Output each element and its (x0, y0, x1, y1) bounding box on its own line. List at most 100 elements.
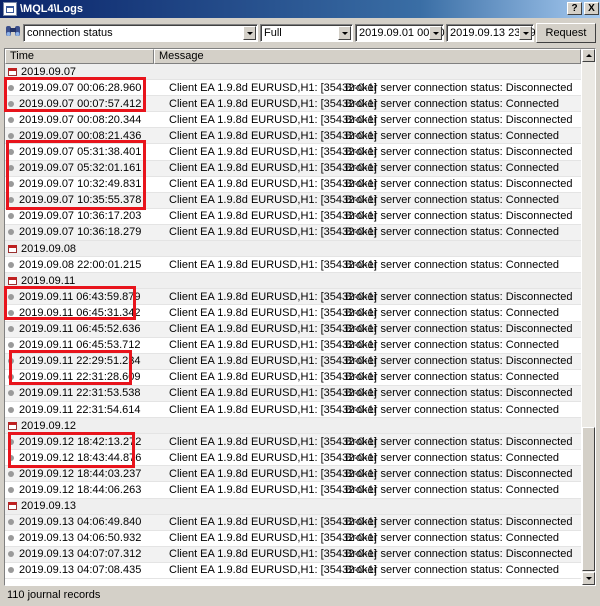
message-source: Client EA 1.9.8d EURUSD,H1: [35432-0-1] (169, 306, 377, 319)
message-source: Client EA 1.9.8d EURUSD,H1: [35432-0-1] (169, 548, 377, 561)
message-source: Client EA 1.9.8d EURUSD,H1: [35432-0-1] (169, 564, 377, 577)
log-entry-row[interactable]: 2019.09.13 04:07:07.312 Client EA 1.9.8d … (5, 546, 581, 563)
message-text: Broker server connection status: Disconn… (345, 113, 573, 126)
to-date-picker[interactable]: 2019.09.13 23:59 (446, 24, 536, 42)
message-text: Broker server connection status: Connect… (345, 371, 560, 384)
time-cell: 2019.09.12 18:44:03.237 (5, 468, 169, 480)
date-group-row[interactable]: 2019.09.08 (5, 241, 581, 258)
highlight-box (9, 350, 132, 385)
time-text: 2019.09.13 04:06:49.840 (19, 516, 142, 529)
message-source: Client EA 1.9.8d EURUSD,H1: [35432-0-1] (169, 451, 377, 464)
message-source: Client EA 1.9.8d EURUSD,H1: [35432-0-1] (169, 387, 377, 400)
log-entry-row[interactable]: 2019.09.13 04:06:49.840 Client EA 1.9.8d … (5, 514, 581, 531)
highlight-box (4, 77, 146, 112)
level-dropdown-button[interactable] (338, 26, 351, 40)
info-dot-icon (8, 132, 14, 139)
info-dot-icon (8, 551, 14, 558)
message-text: Broker server connection status: Connect… (345, 258, 560, 271)
message-text: Broker server connection status: Connect… (345, 483, 560, 496)
time-cell: 2019.09.13 04:07:08.435 (5, 564, 169, 576)
help-button[interactable]: ? (567, 2, 582, 15)
message-source: Client EA 1.9.8d EURUSD,H1: [35432-0-1] (169, 339, 377, 352)
time-text: 2019.09.12 (21, 419, 77, 432)
info-dot-icon (8, 229, 14, 236)
time-text: 2019.09.08 22:00:01.215 (19, 258, 142, 271)
message-text: Broker server connection status: Disconn… (345, 548, 573, 561)
time-text: 2019.09.11 22:31:53.538 (19, 387, 141, 400)
message-text: Broker server connection status: Disconn… (345, 323, 573, 336)
log-entry-row[interactable]: 2019.09.07 10:36:18.279 Client EA 1.9.8d … (5, 224, 581, 242)
search-input[interactable]: connection status (23, 24, 258, 42)
column-header-time[interactable]: Time (5, 49, 154, 64)
message-source: Client EA 1.9.8d EURUSD,H1: [35432-0-1] (169, 97, 377, 110)
log-entry-row[interactable]: 2019.09.07 10:36:17.203 Client EA 1.9.8d … (5, 208, 581, 225)
time-cell: 2019.09.07 10:36:18.279 (5, 226, 169, 238)
level-select-value: Full (264, 27, 282, 39)
time-cell: 2019.09.08 22:00:01.215 (5, 259, 169, 271)
level-select[interactable]: Full (260, 24, 353, 42)
message-source: Client EA 1.9.8d EURUSD,H1: [35432-0-1] (169, 146, 377, 159)
message-source: Client EA 1.9.8d EURUSD,H1: [35432-0-1] (169, 467, 377, 480)
message-source: Client EA 1.9.8d EURUSD,H1: [35432-0-1] (169, 483, 377, 496)
calendar-icon (8, 421, 17, 430)
time-cell: 2019.09.08 (5, 243, 169, 255)
message-source: Client EA 1.9.8d EURUSD,H1: [35432-0-1] (169, 403, 377, 416)
request-button[interactable]: Request (536, 23, 596, 43)
date-group-row[interactable]: 2019.09.13 (5, 498, 581, 515)
log-entry-row[interactable]: 2019.09.13 04:07:08.435 Client EA 1.9.8d … (5, 562, 581, 579)
calendar-icon (8, 67, 17, 76)
info-dot-icon (8, 116, 14, 123)
time-cell: 2019.09.13 04:06:50.932 (5, 532, 169, 544)
message-source: Client EA 1.9.8d EURUSD,H1: [35432-0-1] (169, 355, 377, 368)
message-text: Broker server connection status: Connect… (345, 194, 560, 207)
message-text: Broker server connection status: Connect… (345, 97, 560, 110)
from-date-dropdown-button[interactable] (429, 26, 442, 40)
window-title: \MQL4\Logs (20, 3, 83, 15)
message-source: Client EA 1.9.8d EURUSD,H1: [35432-0-1] (169, 178, 377, 191)
log-entry-row[interactable]: 2019.09.08 22:00:01.215 Client EA 1.9.8d … (5, 257, 581, 274)
window-icon (3, 2, 17, 16)
message-text: Broker server connection status: Connect… (345, 403, 560, 416)
message-text: Broker server connection status: Disconn… (345, 355, 573, 368)
info-dot-icon (8, 486, 14, 493)
log-entry-row[interactable]: 2019.09.07 00:08:20.344 Client EA 1.9.8d … (5, 112, 581, 129)
message-text: Broker server connection status: Connect… (345, 226, 560, 239)
message-text: Broker server connection status: Connect… (345, 339, 560, 352)
vertical-scrollbar[interactable] (582, 49, 595, 585)
message-source: Client EA 1.9.8d EURUSD,H1: [35432-0-1] (169, 210, 377, 223)
log-entry-row[interactable]: 2019.09.12 18:44:03.237 Client EA 1.9.8d … (5, 466, 581, 483)
info-dot-icon (8, 535, 14, 542)
time-cell: 2019.09.12 18:44:06.263 (5, 484, 169, 496)
message-source: Client EA 1.9.8d EURUSD,H1: [35432-0-1] (169, 323, 377, 336)
scroll-down-arrow-icon[interactable] (582, 572, 595, 585)
from-date-picker[interactable]: 2019.09.01 00:00 (355, 24, 445, 42)
time-text: 2019.09.13 04:07:07.312 (19, 548, 142, 561)
scroll-up-arrow-icon[interactable] (582, 49, 595, 62)
column-header-message[interactable]: Message (154, 49, 581, 64)
to-date-dropdown-button[interactable] (519, 26, 532, 40)
search-input-value: connection status (27, 27, 113, 39)
time-text: 2019.09.07 10:36:18.279 (19, 226, 142, 239)
message-source: Client EA 1.9.8d EURUSD,H1: [35432-0-1] (169, 371, 377, 384)
log-entry-row[interactable]: 2019.09.11 22:31:53.538 Client EA 1.9.8d … (5, 385, 581, 402)
message-text: Broker server connection status: Disconn… (345, 516, 573, 529)
search-dropdown-button[interactable] (243, 26, 256, 40)
log-entry-row[interactable]: 2019.09.11 06:45:52.636 Client EA 1.9.8d … (5, 321, 581, 338)
message-source: Client EA 1.9.8d EURUSD,H1: [35432-0-1] (169, 258, 377, 271)
scroll-thumb[interactable] (582, 427, 595, 571)
log-entry-row[interactable]: 2019.09.13 04:06:50.932 Client EA 1.9.8d … (5, 530, 581, 547)
close-button[interactable]: X (584, 2, 599, 15)
message-text: Broker server connection status: Connect… (345, 129, 560, 142)
message-text: Broker server connection status: Disconn… (345, 146, 573, 159)
message-text: Broker server connection status: Connect… (345, 306, 560, 319)
time-text: 2019.09.12 18:44:03.237 (19, 467, 142, 480)
calendar-icon (8, 244, 17, 253)
toolbar: connection status Full 2019.09.01 00:00 … (0, 19, 600, 45)
time-cell: 2019.09.13 (5, 500, 169, 512)
message-text: Broker server connection status: Connect… (345, 564, 560, 577)
log-entry-row[interactable]: 2019.09.11 22:31:54.614 Client EA 1.9.8d … (5, 401, 581, 419)
time-text: 2019.09.07 (21, 65, 77, 78)
log-entry-row[interactable]: 2019.09.12 18:44:06.263 Client EA 1.9.8d … (5, 482, 581, 499)
binoculars-icon (6, 26, 20, 36)
calendar-icon (8, 502, 17, 511)
